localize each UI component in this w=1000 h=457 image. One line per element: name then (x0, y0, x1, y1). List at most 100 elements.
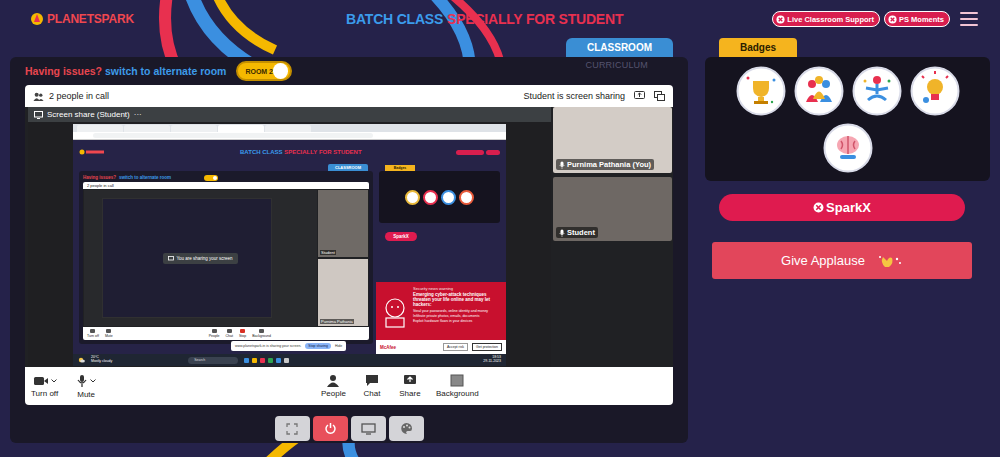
header-action-button[interactable]: Live Classroom Support (772, 11, 880, 27)
call-content: Screen share (Student)···BATCH CLASSSPEC… (25, 107, 673, 367)
brain-badge-part-part (824, 124, 871, 171)
curriculum-tab[interactable]: CURRICULUM (586, 60, 649, 70)
circle-x-part-part (891, 17, 895, 21)
people-icon (33, 91, 44, 102)
shared-toolbar-icon (106, 329, 111, 333)
popup-heading: Security news warning (413, 286, 502, 291)
theme-part (400, 422, 413, 435)
people-part (326, 374, 340, 387)
popup-brand: McAfee (380, 345, 396, 350)
team-badge-part (794, 66, 844, 116)
idea-badge-part-part (911, 67, 958, 114)
shared-toolbar-label: Chat (226, 334, 233, 338)
call-toolbar: Turn off Mute People Chat Share Background (25, 367, 673, 405)
caret-icon[interactable] (90, 379, 96, 383)
share-part-part (407, 377, 412, 382)
rocket-logo-part (30, 12, 44, 26)
shared-toolbar-label: Stop (239, 334, 246, 338)
caret-icon[interactable] (51, 379, 57, 383)
monitor-part-part (35, 111, 43, 117)
toolbar-background-button[interactable]: Background (436, 374, 479, 398)
mic-part-part (560, 233, 565, 237)
present-icon (361, 423, 376, 435)
give-applause-button[interactable]: Give Applause (712, 242, 972, 279)
browser-tab (77, 125, 123, 132)
people-part-part (327, 383, 339, 388)
idea-badge-part-part (931, 94, 939, 100)
mic-part-part (561, 161, 564, 166)
leave-button[interactable] (313, 416, 348, 441)
team-badge-part-part (813, 91, 825, 99)
shared-tab-row: CLASSROOM (79, 164, 373, 171)
shared-toolbar-item: Background (252, 329, 271, 338)
fullscreen-icon (286, 423, 298, 435)
present-button[interactable] (351, 416, 386, 441)
room-toggle[interactable]: ROOM 2 (236, 61, 292, 81)
brain-badge-icon[interactable] (823, 123, 873, 173)
screen-share-icon[interactable] (634, 91, 645, 101)
monitor-part (34, 111, 43, 119)
taskbar-app-icon (244, 358, 249, 363)
clock: 18:5329-11-2023 (483, 356, 501, 363)
share-more[interactable]: ··· (134, 110, 142, 119)
fullscreen-part-part (287, 424, 297, 434)
trophy-badge-icon[interactable] (736, 66, 786, 116)
clapping-hands-part-part (882, 257, 893, 267)
clapping-hands-part-part (899, 262, 901, 264)
header-action-button[interactable]: PS Moments (884, 11, 950, 27)
toolbar-camera-button[interactable]: Turn off (31, 375, 58, 398)
yoga-badge-icon[interactable] (852, 66, 902, 116)
shared-toolbar-label: People (209, 334, 220, 338)
mic-icon (76, 374, 88, 388)
idea-badge-icon[interactable] (910, 66, 960, 116)
call-header: 2 people in callStudent is screen sharin… (25, 85, 673, 107)
yoga-badge-part-part (866, 84, 888, 100)
fullscreen-button[interactable] (275, 416, 310, 441)
team-badge-icon[interactable] (794, 66, 844, 116)
screen-share-stage: Screen share (Student)···BATCH CLASSSPEC… (28, 107, 551, 367)
classroom-tab[interactable]: CLASSROOM (566, 38, 673, 57)
shared-toolbar-item: Turn off (87, 329, 99, 338)
video-call-window: 2 people in callStudent is screen sharin… (25, 85, 673, 405)
shared-toolbar-label: Background (252, 334, 271, 338)
sparkx-button[interactable]: SparkX (719, 194, 965, 221)
participant-name: Purnima Pathania (You) (567, 160, 651, 169)
toolbar-chat-button[interactable]: Chat (360, 374, 384, 398)
background-part-part (451, 375, 463, 386)
logo[interactable]: PLANETSPARK (30, 12, 346, 26)
issue-link[interactable]: switch to alternate room (105, 65, 226, 77)
shared-toggle (204, 175, 218, 181)
mic-icon (559, 229, 565, 237)
present-part (361, 423, 376, 435)
toolbar-people-button[interactable]: People (321, 374, 346, 398)
trophy-badge-part-part (753, 81, 769, 97)
logo-text: PLANETSPARK (47, 12, 134, 26)
sharing-notice-text: You are sharing your screen (176, 256, 232, 261)
theme-button[interactable] (389, 416, 424, 441)
menu-line (960, 12, 978, 14)
shared-call-content: You are sharing your screenStudentPurnim… (83, 189, 369, 327)
layout-icon[interactable] (654, 91, 665, 101)
shared-logo-part-part (86, 151, 104, 154)
shared-badge (441, 190, 456, 205)
menu-icon[interactable] (960, 12, 978, 26)
header-actions: Live Classroom SupportPS Moments (772, 11, 978, 27)
toolbar-share-button[interactable]: Share (398, 374, 422, 398)
shared-logo-part-part (80, 150, 85, 155)
trophy-badge-part-part (746, 76, 749, 79)
cloud-part (78, 357, 85, 363)
menu-line (960, 24, 978, 26)
brain-badge-part-part (841, 136, 855, 154)
shared-classroom-tab: CLASSROOM (328, 164, 368, 171)
toolbar-mic-button[interactable]: Mute (74, 374, 98, 399)
toggle-knob (273, 63, 288, 79)
shared-classroom: CLASSROOM Having issues?switch to alterna… (79, 164, 373, 344)
theme-part-part (408, 427, 410, 429)
brain-badge-part-part (840, 155, 856, 159)
circle-x-icon (776, 15, 785, 24)
trophy-badge-part-part (754, 101, 768, 104)
clock-date: 29-11-2023 (483, 360, 501, 364)
classroom-column: CLASSROOM Having issues?switch to alterna… (10, 38, 688, 443)
yoga-badge-part-part (873, 76, 881, 84)
shared-issue: Having issues?switch to alternate room (83, 173, 369, 182)
